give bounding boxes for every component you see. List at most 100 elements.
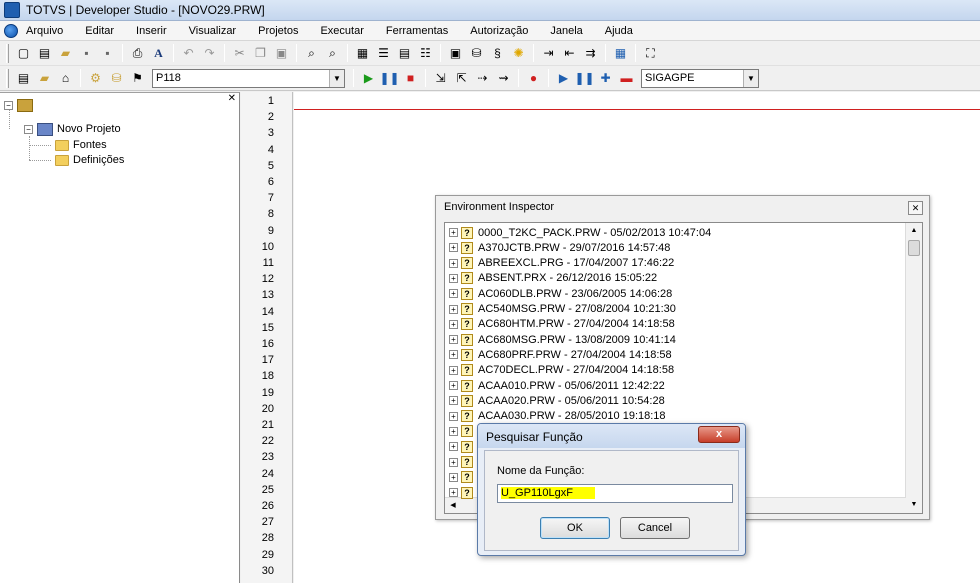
expand-icon[interactable]: + (449, 304, 458, 314)
properties-icon[interactable]: ☰ (373, 43, 394, 64)
list-item[interactable]: +? ACAA030.PRW - 28/05/2010 19:18:18 (449, 409, 666, 424)
expand-icon[interactable]: + (449, 365, 458, 375)
repository-icon[interactable]: ⛁ (466, 43, 487, 64)
remove-watch-icon[interactable]: ▬ (616, 68, 637, 89)
collapse-icon[interactable]: − (4, 100, 13, 110)
list-item[interactable]: +? (449, 455, 478, 470)
menu-ajuda[interactable]: Ajuda (594, 25, 644, 37)
menu-visualizar[interactable]: Visualizar (178, 25, 248, 37)
chevron-down-icon[interactable]: ▼ (743, 69, 758, 87)
chevron-down-icon[interactable]: ▼ (329, 69, 344, 87)
monitor-icon[interactable]: ▣ (445, 43, 466, 64)
list-item[interactable]: +? 0000_T2KC_PACK.PRW - 05/02/2013 10:47:… (449, 225, 711, 240)
open-folder-icon[interactable]: ▰ (55, 43, 76, 64)
step-out-icon[interactable]: ⇱ (451, 68, 472, 89)
grid-icon[interactable]: ▦ (610, 43, 631, 64)
list-item[interactable]: +? ACAA020.PRW - 05/06/2011 10:54:28 (449, 393, 665, 408)
list-item[interactable]: +? (449, 485, 478, 500)
step-over-icon[interactable]: ⇤ (559, 43, 580, 64)
breakpoint-icon[interactable]: ● (523, 68, 544, 89)
scroll-up-icon[interactable]: ▲ (906, 223, 922, 239)
expand-icon[interactable]: + (449, 411, 458, 421)
find-icon[interactable]: ⌕ (301, 43, 322, 64)
patch-icon[interactable]: ⚑ (127, 68, 148, 89)
cut-icon[interactable]: ✂ (229, 43, 250, 64)
list-item[interactable]: +? ACAA010.PRW - 05/06/2011 12:42:22 (449, 378, 665, 393)
project-combo[interactable]: P118 ▼ (152, 68, 345, 88)
call-stack-icon[interactable]: ⇉ (580, 43, 601, 64)
save-icon[interactable]: ▪ (76, 43, 97, 64)
list-item[interactable]: +? AC70DECL.PRW - 27/04/2004 14:18:58 (449, 363, 674, 378)
menu-editar[interactable]: Editar (74, 25, 125, 37)
expand-icon[interactable]: + (449, 228, 458, 237)
list-item[interactable]: +? (449, 470, 478, 485)
menu-autorizacao[interactable]: Autorização (459, 25, 539, 37)
menu-executar[interactable]: Executar (309, 25, 374, 37)
save-all-icon[interactable]: ▪ (97, 43, 118, 64)
expand-icon[interactable]: + (449, 243, 458, 253)
dialog-titlebar[interactable]: Pesquisar Função x (478, 424, 745, 448)
menu-projetos[interactable]: Projetos (247, 25, 309, 37)
expand-icon[interactable]: + (449, 396, 458, 406)
cancel-button[interactable]: Cancel (620, 517, 690, 539)
step-icon[interactable]: ⇲ (430, 68, 451, 89)
menu-ferramentas[interactable]: Ferramentas (375, 25, 459, 37)
menu-janela[interactable]: Janela (539, 25, 593, 37)
list-item[interactable]: +? ABREEXCL.PRG - 17/04/2007 17:46:22 (449, 256, 674, 271)
expand-icon[interactable]: + (449, 335, 458, 345)
list-item[interactable]: +? (449, 439, 478, 454)
expand-icon[interactable]: + (449, 258, 458, 268)
vertical-scrollbar[interactable]: ▲ ▼ (905, 223, 922, 513)
new-window-icon[interactable]: ▤ (34, 43, 55, 64)
list-item[interactable]: +? AC680PRF.PRW - 27/04/2004 14:18:58 (449, 347, 672, 362)
output-view-icon[interactable]: ▤ (394, 43, 415, 64)
project-view-icon[interactable]: ▦ (352, 43, 373, 64)
skip-icon[interactable]: ⇝ (493, 68, 514, 89)
list-item[interactable]: +? AC680HTM.PRW - 27/04/2004 14:18:58 (449, 317, 675, 332)
toolbar-grip[interactable] (6, 68, 9, 88)
print-icon[interactable]: ⎙ (127, 43, 148, 64)
expand-icon[interactable]: + (449, 350, 458, 360)
list-view-icon[interactable]: ☷ (415, 43, 436, 64)
new-file-icon[interactable]: ▢ (13, 43, 34, 64)
add-watch-icon[interactable]: ✚ (595, 68, 616, 89)
tree-item-definicoes[interactable]: Definições (55, 152, 124, 168)
expand-icon[interactable]: + (449, 472, 458, 482)
close-icon[interactable]: ✕ (908, 201, 923, 215)
expand-icon[interactable]: + (449, 289, 458, 299)
debug-vars-icon[interactable]: § (487, 43, 508, 64)
copy-icon[interactable]: ❐ (250, 43, 271, 64)
list-item[interactable]: +? A370JCTB.PRW - 29/07/2016 14:57:48 (449, 240, 670, 255)
expand-icon[interactable]: + (449, 488, 458, 498)
font-icon[interactable]: A (148, 43, 169, 64)
compile-project-icon[interactable]: ▰ (34, 68, 55, 89)
run-icon[interactable]: ▶ (358, 68, 379, 89)
totvs-logo-icon[interactable] (4, 23, 18, 38)
debug-run-icon[interactable]: ▶ (553, 68, 574, 89)
ok-button[interactable]: OK (540, 517, 610, 539)
run-to-cursor-icon[interactable]: ⇢ (472, 68, 493, 89)
undo-icon[interactable]: ↶ (178, 43, 199, 64)
stop-icon[interactable]: ■ (400, 68, 421, 89)
compile-all-icon[interactable]: ⌂ (55, 68, 76, 89)
environment-combo[interactable]: SIGAGPE ▼ (641, 68, 759, 88)
list-item[interactable]: +? ABSENT.PRX - 26/12/2016 15:05:22 (449, 271, 657, 286)
list-item[interactable]: +? AC540MSG.PRW - 27/08/2004 10:21:30 (449, 302, 676, 317)
list-item[interactable]: +? AC680MSG.PRW - 13/08/2009 10:41:14 (449, 332, 676, 347)
function-name-input[interactable]: U_GP110LgxF (497, 484, 733, 503)
step-into-icon[interactable]: ⇥ (538, 43, 559, 64)
list-item[interactable]: +? AC060DLB.PRW - 23/06/2005 14:06:28 (449, 286, 672, 301)
tree-item-project[interactable]: − Novo Projeto (24, 121, 121, 137)
tree-item-fontes[interactable]: Fontes (55, 137, 107, 153)
expand-icon[interactable]: + (449, 426, 458, 436)
find-replace-icon[interactable]: ⌕ (322, 43, 343, 64)
configure-icon[interactable]: ⚙ (85, 68, 106, 89)
compile-icon[interactable]: ▤ (13, 68, 34, 89)
expand-icon[interactable]: + (449, 273, 458, 283)
toolbar-grip[interactable] (6, 43, 9, 63)
menu-arquivo[interactable]: Arquivo (26, 25, 74, 37)
scroll-left-icon[interactable]: ◀ (445, 498, 461, 513)
rpo-icon[interactable]: ⛁ (106, 68, 127, 89)
scroll-down-icon[interactable]: ▼ (906, 497, 922, 513)
fullscreen-icon[interactable]: ⛶ (640, 43, 661, 64)
